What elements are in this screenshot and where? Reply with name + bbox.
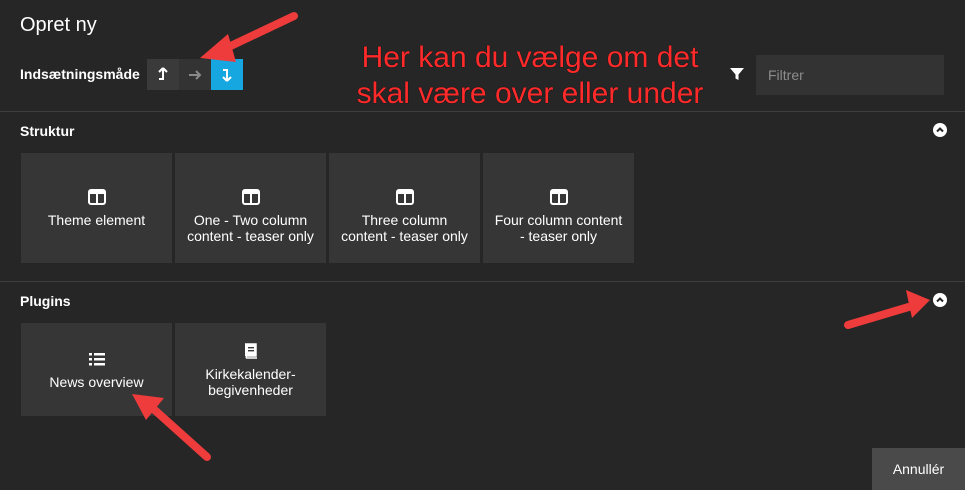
tile-label: Three column content - teaser only (341, 212, 468, 244)
tile-one-two-column[interactable]: One - Two column content - teaser only (175, 153, 326, 263)
dialog-title: Opret ny (20, 14, 97, 36)
book-icon (244, 343, 257, 359)
tile-label: Four column content - teaser only (494, 212, 623, 244)
insert-above-button[interactable] (147, 59, 179, 90)
section-divider (0, 281, 965, 282)
cancel-button[interactable]: Annullér (872, 448, 965, 490)
tile-label: Theme element (47, 212, 146, 228)
tile-kirkekalender[interactable]: Kirkekalender-begivenheder (175, 323, 326, 416)
annotation-arrow (200, 12, 298, 62)
list-icon (88, 353, 105, 366)
annotation-arrow (844, 290, 930, 329)
insert-mode-selector (147, 59, 243, 90)
columns-icon (87, 189, 106, 205)
tile-theme-element[interactable]: Theme element (21, 153, 172, 263)
annotation-line-2: skal være over eller under (356, 77, 704, 110)
columns-icon (241, 189, 260, 205)
header-divider (0, 111, 965, 112)
filter-icon (730, 68, 744, 80)
insert-mode-label: Indsætningsmåde (20, 66, 140, 82)
insert-above-icon (158, 66, 168, 80)
tile-label: One - Two column content - teaser only (187, 212, 314, 244)
annotation-text: Her kan du vælge om det skal være over e… (330, 40, 730, 112)
filter-input[interactable] (756, 55, 944, 95)
insert-inline-icon (189, 69, 202, 80)
section-title-struktur: Struktur (20, 123, 75, 139)
insert-below-button[interactable] (211, 59, 243, 90)
insert-inline-button[interactable] (179, 59, 211, 90)
create-new-dialog: Opret ny Indsætningsmåde Her kan du vælg… (0, 0, 965, 490)
tile-three-column[interactable]: Three column content - teaser only (329, 153, 480, 263)
chevron-up-icon[interactable] (933, 293, 947, 307)
tile-label: Kirkekalender-begivenheder (205, 366, 296, 398)
tile-news-overview[interactable]: News overview (21, 323, 172, 416)
section-title-plugins: Plugins (20, 293, 71, 309)
tile-label: News overview (49, 374, 144, 390)
chevron-up-icon[interactable] (933, 123, 947, 137)
columns-icon (549, 189, 568, 205)
annotation-line-1: Her kan du vælge om det (361, 41, 699, 74)
columns-icon (395, 189, 414, 205)
tile-four-column[interactable]: Four column content - teaser only (483, 153, 634, 263)
insert-below-icon (222, 68, 232, 82)
